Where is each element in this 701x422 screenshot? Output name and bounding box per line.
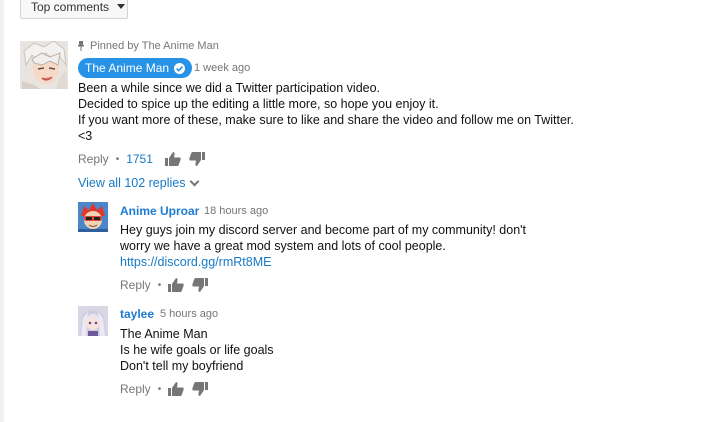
comment-time[interactable]: 18 hours ago [204,205,268,217]
comment-author: The Anime Man [85,61,170,75]
comment-author[interactable]: Anime Uproar [120,204,199,218]
like-count: 1751 [126,152,153,166]
separator-dot: • [115,153,120,165]
comment-actions: Reply • [120,382,216,396]
comment-text-line: <3 [78,129,93,143]
comment-time[interactable]: 5 hours ago [160,308,218,320]
sort-label: Top comments [31,0,110,14]
view-replies-label: View all 102 replies [78,176,186,190]
comment-text-line: Is he wife goals or life goals [120,343,274,357]
comment-text-line: Hey guys join my discord server and beco… [120,223,527,237]
chevron-down-icon [190,176,200,186]
pinned-label: Pinned by The Anime Man [78,40,219,52]
thumbs-down-icon[interactable] [192,278,209,292]
comment-time[interactable]: 1 week ago [194,62,250,74]
pinned-text: Pinned by The Anime Man [90,40,219,52]
caret-down-icon [117,4,126,9]
comment-text-line: If you want more of these, make sure to … [78,113,574,127]
channel-owner-badge[interactable]: The Anime Man [78,58,193,78]
comment-text-line: Been a while since we did a Twitter part… [78,81,381,95]
comment-author[interactable]: taylee [120,307,154,321]
comment-text-line: Decided to spice up the editing a little… [78,97,439,111]
reply-button[interactable]: Reply [120,278,151,292]
thumbs-up-icon[interactable] [168,278,184,292]
thumbs-down-icon[interactable] [189,152,205,166]
reply-button[interactable]: Reply [120,382,151,396]
left-divider [0,0,4,422]
view-all-replies-link[interactable]: View all 102 replies [78,176,200,190]
comment-actions: Reply • 1751 [78,152,213,166]
separator-dot: • [157,383,162,395]
avatar[interactable] [78,306,108,336]
avatar[interactable] [78,202,108,232]
thumbs-up-icon[interactable] [164,152,181,166]
comment-text-line: The Anime Man [120,327,208,341]
comment-text-line: worry we have a great mod system and lot… [120,239,446,253]
sort-dropdown[interactable]: Top comments [20,0,128,19]
comment-text-line: Don't tell my boyfriend [120,359,244,373]
reply-button[interactable]: Reply [78,152,109,166]
separator-dot: • [157,279,162,291]
thumbs-up-icon[interactable] [168,382,184,396]
pin-icon [78,41,84,51]
comment-link[interactable]: https://discord.gg/rmRt8ME [120,254,271,270]
avatar[interactable] [20,41,68,89]
verified-check-icon [174,62,186,74]
thumbs-down-icon[interactable] [192,382,209,396]
comment-actions: Reply • [120,278,216,292]
